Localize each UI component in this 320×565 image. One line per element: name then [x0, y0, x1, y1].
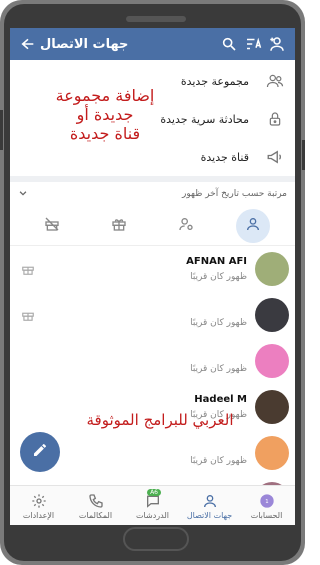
sort-az-icon[interactable] [241, 32, 265, 56]
filter-requests[interactable] [169, 209, 203, 243]
contact-list: AFNAN AFI ظهور كان قريبًا ظهور كان قريبً… [10, 246, 295, 522]
avatar [255, 252, 289, 286]
contact-info: ظهور كان قريبًا [40, 302, 247, 328]
nav-calls-label: المكالمات [78, 511, 113, 520]
nav-calls[interactable]: المكالمات [67, 486, 124, 525]
contact-info: AFNAN AFI ظهور كان قريبًا [40, 256, 247, 282]
nav-accounts-label: الحسابات [250, 511, 283, 520]
page-title: جهات الاتصال [40, 36, 129, 52]
speaker [126, 16, 186, 22]
contact-name [40, 440, 247, 453]
annotation-overlay: إضافة مجموعة جديدة أو قناة جديدة [35, 86, 175, 144]
nav-contacts-label: جهات الاتصال [186, 511, 233, 520]
annotation-line-2: جديدة أو [76, 105, 134, 125]
annotation-bottom: العربي للبرامج الموثوقة [86, 411, 234, 429]
power-button[interactable] [302, 140, 305, 170]
new-channel-label: قناة جديدة [200, 150, 249, 164]
nav-chats[interactable]: A6 الدردشات [124, 486, 181, 525]
contact-status: ظهور كان قريبًا [190, 364, 247, 374]
annotation-line-1: إضافة مجموعة [55, 86, 155, 105]
home-button[interactable] [123, 527, 189, 551]
group-icon [263, 72, 287, 90]
person-icon [245, 216, 261, 236]
avatar [255, 436, 289, 470]
contact-status: ظهور كان قريبًا [190, 318, 247, 328]
chats-badge: A6 [147, 489, 161, 496]
chevron-down-icon[interactable] [18, 188, 28, 201]
new-group-label: مجموعة جديدة [180, 74, 249, 88]
nav-accounts[interactable]: 1 الحسابات [238, 486, 295, 525]
new-channel-action[interactable]: قناة جديدة [10, 138, 295, 176]
filter-gifts[interactable] [102, 209, 136, 243]
app-screen: جهات الاتصال مجموعة جديدة محادثة سرية جد… [10, 28, 295, 525]
gift-icon[interactable] [16, 262, 40, 276]
person-icon [202, 491, 218, 511]
nav-contacts[interactable]: جهات الاتصال [181, 486, 238, 525]
sort-label: مرتبة حسب تاريخ آخر ظهور [182, 189, 287, 199]
filter-muted[interactable] [35, 209, 69, 243]
back-arrow-icon[interactable] [16, 32, 40, 56]
top-bar: جهات الاتصال [10, 28, 295, 60]
megaphone-icon [263, 148, 287, 166]
filter-bar [10, 206, 295, 246]
search-icon[interactable] [217, 32, 241, 56]
add-contact-icon[interactable] [265, 32, 289, 56]
annotation-line-3: قناة جديدة [69, 124, 141, 144]
avatar [255, 344, 289, 378]
contact-info: ظهور كان قريبًا [40, 348, 247, 374]
nav-settings-label: الإعدادات [22, 511, 55, 520]
account-icon: 1 [259, 491, 275, 511]
volume-button[interactable] [0, 110, 3, 150]
contact-row[interactable]: ظهور كان قريبًا [10, 292, 295, 338]
muted-gift-icon [44, 216, 60, 236]
contact-name: Hadeel M [194, 394, 247, 405]
contact-name [40, 302, 247, 315]
lock-icon [263, 110, 287, 128]
svg-text:1: 1 [265, 499, 268, 505]
avatar [255, 390, 289, 424]
person-settings-icon [178, 216, 194, 236]
gift-icon [111, 216, 127, 236]
phone-frame: جهات الاتصال مجموعة جديدة محادثة سرية جد… [0, 0, 305, 565]
gear-icon [31, 491, 47, 511]
contact-info: ظهور كان قريبًا [40, 440, 247, 466]
nav-settings[interactable]: الإعدادات [10, 486, 67, 525]
bottom-nav: 1 الحسابات جهات الاتصال A6 الدردشات المك… [10, 485, 295, 525]
contact-name [40, 348, 247, 361]
avatar [255, 298, 289, 332]
sort-row[interactable]: مرتبة حسب تاريخ آخر ظهور [10, 176, 295, 206]
filter-contacts[interactable] [236, 208, 271, 243]
contact-status: ظهور كان قريبًا [190, 272, 247, 282]
phone-icon [88, 491, 104, 511]
contact-row[interactable]: AFNAN AFI ظهور كان قريبًا [10, 246, 295, 292]
contact-name: AFNAN AFI [186, 256, 247, 267]
compose-fab[interactable] [20, 432, 60, 472]
contact-row[interactable]: ظهور كان قريبًا [10, 338, 295, 384]
pencil-icon [32, 442, 48, 462]
gift-icon[interactable] [16, 308, 40, 322]
nav-chats-label: الدردشات [136, 511, 169, 520]
contact-status: ظهور كان قريبًا [190, 456, 247, 466]
